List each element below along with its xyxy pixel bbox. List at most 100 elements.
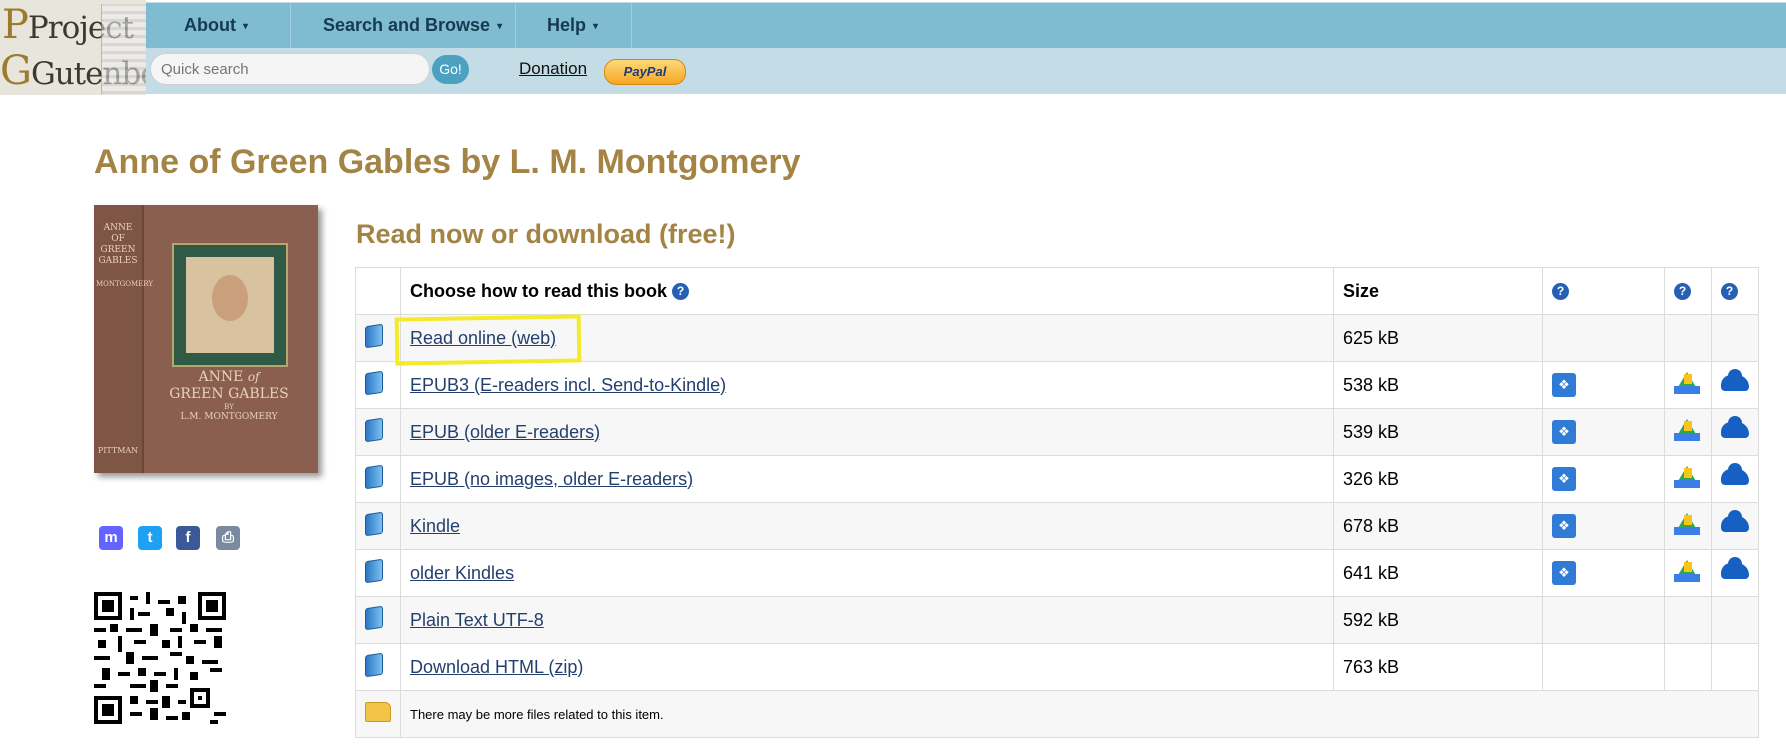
cover-by: BY	[224, 403, 234, 411]
row-icon-cell	[355, 455, 401, 503]
gdrive-cell	[1664, 643, 1712, 691]
format-link[interactable]: EPUB (older E-readers)	[410, 422, 600, 442]
header-cell-onedrive: ?	[1711, 267, 1759, 315]
nav-help[interactable]: Help ▾	[516, 3, 632, 49]
google-drive-icon[interactable]	[1674, 418, 1700, 441]
google-drive-icon[interactable]	[1674, 465, 1700, 488]
chevron-down-icon: ▾	[497, 21, 503, 32]
size-cell: 326 kB	[1333, 455, 1543, 503]
book-icon	[365, 605, 383, 630]
header-cell-icon	[355, 267, 401, 315]
dropbox-icon[interactable]: ❖	[1552, 420, 1576, 444]
header-cell-size: Size	[1333, 267, 1543, 315]
onedrive-cell	[1711, 314, 1759, 362]
table-row: older Kindles 641 kB ❖	[355, 549, 1759, 597]
help-icon[interactable]: ?	[1552, 283, 1569, 301]
facebook-icon[interactable]: f	[176, 526, 200, 550]
dropbox-cell: ❖	[1542, 502, 1665, 550]
dropbox-icon[interactable]: ❖	[1552, 561, 1576, 585]
dropbox-cell: ❖	[1542, 361, 1665, 409]
onedrive-icon[interactable]	[1721, 415, 1749, 438]
cover-spine: ANNE OF GREEN GABLES MONTGOMERY PITTMAN	[94, 205, 153, 473]
mastodon-icon[interactable]: m	[99, 526, 123, 550]
format-cell: EPUB (older E-readers)	[400, 408, 1334, 456]
format-link[interactable]: Plain Text UTF-8	[410, 610, 544, 630]
book-icon	[365, 558, 383, 583]
row-icon-cell	[355, 643, 401, 691]
cover-title-of: of	[247, 370, 260, 384]
google-drive-icon[interactable]	[1674, 371, 1700, 394]
more-files-note: There may be more files related to this …	[400, 690, 1759, 738]
chevron-down-icon: ▾	[593, 21, 599, 32]
gdrive-cell	[1664, 314, 1712, 362]
format-link[interactable]: older Kindles	[410, 563, 514, 583]
format-link[interactable]: Kindle	[410, 516, 460, 536]
format-link[interactable]: EPUB3 (E-readers incl. Send-to-Kindle)	[410, 375, 726, 395]
size-cell: 641 kB	[1333, 549, 1543, 597]
format-link[interactable]: EPUB (no images, older E-readers)	[410, 469, 693, 489]
size-cell: 763 kB	[1333, 643, 1543, 691]
format-link[interactable]: Download HTML (zip)	[410, 657, 583, 677]
onedrive-icon[interactable]	[1721, 368, 1749, 391]
twitter-icon[interactable]: t	[138, 526, 162, 550]
print-icon[interactable]: ⎙	[216, 526, 240, 550]
cover-author: L.M. MONTGOMERY	[180, 412, 278, 422]
paypal-button[interactable]: PayPal	[604, 59, 686, 85]
top-navigation-bar: About ▾ Search and Browse ▾ Help ▾	[146, 2, 1786, 49]
table-row: Kindle 678 kB ❖	[355, 502, 1759, 550]
help-icon[interactable]: ?	[1674, 283, 1691, 301]
table-header-row: Choose how to read this book ? Size ? ? …	[355, 267, 1759, 315]
folder-icon[interactable]	[365, 701, 391, 722]
header-cell-dropbox: ?	[1542, 267, 1665, 315]
table-row: EPUB3 (E-readers incl. Send-to-Kindle) 5…	[355, 361, 1759, 409]
nav-about[interactable]: About ▾	[146, 3, 291, 49]
gdrive-cell	[1664, 408, 1712, 456]
page-title: Anne of Green Gables by L. M. Montgomery	[94, 143, 801, 181]
dropbox-icon[interactable]: ❖	[1552, 373, 1576, 397]
search-go-button[interactable]: Go!	[432, 55, 469, 84]
format-cell: EPUB (no images, older E-readers)	[400, 455, 1334, 503]
gdrive-cell	[1664, 361, 1712, 409]
dropbox-cell: ❖	[1542, 549, 1665, 597]
onedrive-icon[interactable]	[1721, 509, 1749, 532]
dropbox-cell	[1542, 643, 1665, 691]
onedrive-cell	[1711, 596, 1759, 644]
nav-help-label: Help	[547, 15, 587, 35]
row-icon-cell	[355, 690, 401, 738]
onedrive-icon[interactable]	[1721, 462, 1749, 485]
onedrive-cell	[1711, 502, 1759, 550]
help-icon[interactable]: ?	[1721, 283, 1738, 301]
help-icon[interactable]: ?	[672, 283, 690, 301]
table-row-more-files: There may be more files related to this …	[355, 690, 1759, 738]
onedrive-icon[interactable]	[1721, 556, 1749, 579]
row-icon-cell	[355, 408, 401, 456]
nav-search-and-browse[interactable]: Search and Browse ▾	[291, 3, 516, 49]
gdrive-cell	[1664, 502, 1712, 550]
table-row: EPUB (older E-readers) 539 kB ❖	[355, 408, 1759, 456]
qr-code	[94, 592, 226, 724]
row-icon-cell	[355, 596, 401, 644]
size-cell: 592 kB	[1333, 596, 1543, 644]
quick-search-input[interactable]	[150, 53, 430, 85]
book-icon	[365, 464, 383, 489]
dropbox-icon[interactable]: ❖	[1552, 467, 1576, 491]
dropbox-cell: ❖	[1542, 455, 1665, 503]
size-cell: 625 kB	[1333, 314, 1543, 362]
header-cell-gdrive: ?	[1664, 267, 1712, 315]
onedrive-cell	[1711, 549, 1759, 597]
spine-title: ANNE OF GREEN GABLES	[98, 223, 138, 266]
section-heading: Read now or download (free!)	[356, 219, 736, 249]
dropbox-icon[interactable]: ❖	[1552, 514, 1576, 538]
project-gutenberg-logo[interactable]: PProject GGutenberg	[0, 0, 146, 95]
row-icon-cell	[355, 502, 401, 550]
donation-link[interactable]: Donation	[519, 59, 587, 79]
size-cell: 539 kB	[1333, 408, 1543, 456]
cover-portrait	[186, 257, 274, 353]
book-icon	[365, 511, 383, 536]
format-cell: Plain Text UTF-8	[400, 596, 1334, 644]
format-cell: EPUB3 (E-readers incl. Send-to-Kindle)	[400, 361, 1334, 409]
google-drive-icon[interactable]	[1674, 559, 1700, 582]
book-icon	[365, 417, 383, 442]
dropbox-cell	[1542, 314, 1665, 362]
google-drive-icon[interactable]	[1674, 512, 1700, 535]
